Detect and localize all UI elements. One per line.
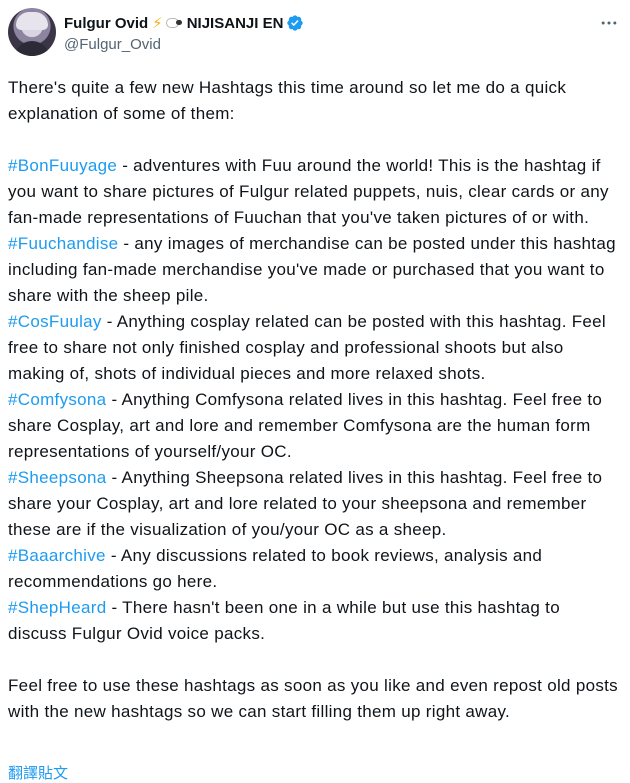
hashtag-entry: #ShepHeard - There hasn't been one in a … [8,595,622,647]
author-handle[interactable]: @Fulgur_Ovid [64,36,304,53]
hashtag-link[interactable]: #BonFuuyage [8,156,117,175]
avatar-hair [16,12,48,30]
tweet-outro: Feel free to use these hashtags as soon … [8,676,618,721]
hashtag-link[interactable]: #ShepHeard [8,598,106,617]
tweet-text: There's quite a few new Hashtags this ti… [8,75,622,725]
hashtag-link[interactable]: #Fuuchandise [8,234,118,253]
author-org-name[interactable]: NIJISANJI EN [187,15,284,32]
verified-badge-icon [287,15,304,31]
hashtag-entry: #Fuuchandise - any images of merchandise… [8,231,622,309]
translate-post-link[interactable]: 翻譯貼文 [8,762,68,783]
hashtag-entry: #Baaarchive - Any discussions related to… [8,543,622,595]
tweet-header: Fulgur Ovid ⚡ NIJISANJI EN @Fulgur_Ovid [8,8,622,60]
hashtag-link[interactable]: #CosFuulay [8,312,102,331]
lightning-bolt-icon: ⚡ [152,14,163,32]
hashtag-link[interactable]: #Comfysona [8,390,106,409]
hashtag-entry: #Comfysona - Anything Comfysona related … [8,387,622,465]
sheep-icon [165,17,183,29]
author-info: Fulgur Ovid ⚡ NIJISANJI EN @Fulgur_Ovid [64,12,304,53]
hashtag-entry: #Sheepsona - Anything Sheepsona related … [8,465,622,543]
hashtag-link[interactable]: #Baaarchive [8,546,106,565]
avatar-coat [14,41,50,56]
tweet-intro: There's quite a few new Hashtags this ti… [8,78,567,123]
more-options-button[interactable] [598,12,620,34]
avatar[interactable] [8,8,56,56]
hashtag-link[interactable]: #Sheepsona [8,468,106,487]
hashtag-entry: #CosFuulay - Anything cosplay related ca… [8,309,622,387]
author-name-row: Fulgur Ovid ⚡ NIJISANJI EN [64,12,304,34]
author-display-name[interactable]: Fulgur Ovid [64,15,148,32]
more-dots-icon [601,21,617,25]
hashtag-entry: #BonFuuyage - adventures with Fuu around… [8,153,622,231]
